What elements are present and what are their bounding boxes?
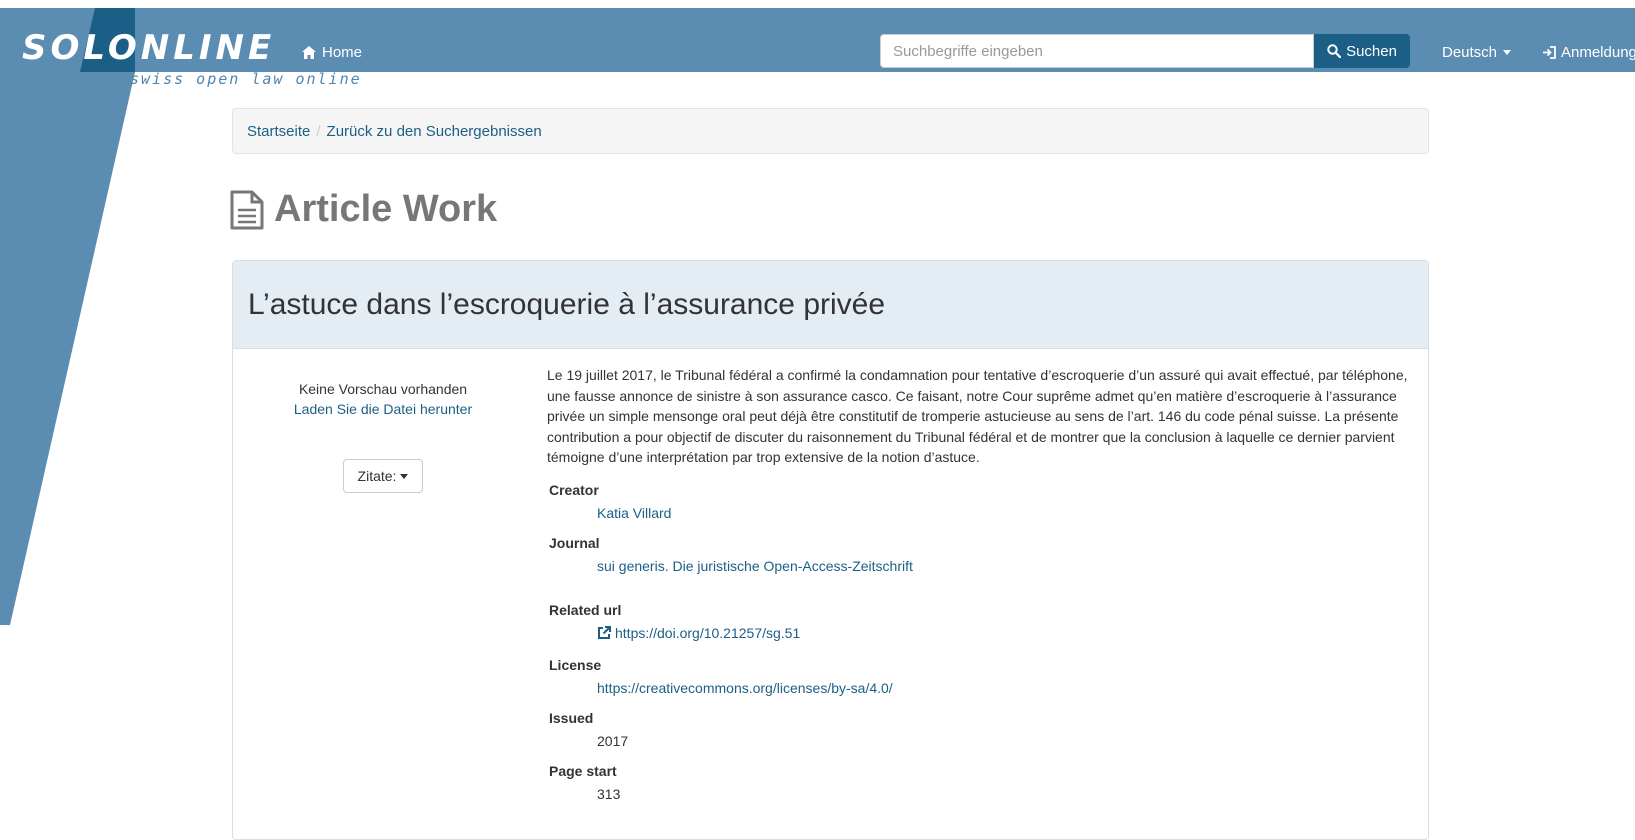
citation-button-label: Zitate: bbox=[357, 468, 397, 484]
search-button-label: Suchen bbox=[1346, 42, 1397, 60]
nav-home-label: Home bbox=[322, 44, 363, 61]
citation-dropdown-button[interactable]: Zitate: bbox=[343, 459, 423, 493]
language-label: Deutsch bbox=[1442, 44, 1498, 61]
breadcrumb-home-link[interactable]: Startseite bbox=[247, 123, 310, 140]
search-input[interactable] bbox=[880, 34, 1314, 68]
login-label: Anmeldung bbox=[1561, 44, 1635, 61]
breadcrumb-separator: / bbox=[316, 122, 321, 140]
license-link[interactable]: https://creativecommons.org/licenses/by-… bbox=[597, 680, 893, 696]
breadcrumb: Startseite / Zurück zu den Suchergebniss… bbox=[232, 108, 1429, 154]
article-title: L’astuce dans l’escroquerie à l’assuranc… bbox=[248, 287, 886, 321]
metadata-column: Le 19 juillet 2017, le Tribunal fédéral … bbox=[547, 365, 1409, 802]
article-abstract: Le 19 juillet 2017, le Tribunal fédéral … bbox=[547, 367, 1408, 465]
license-label: License bbox=[549, 656, 602, 673]
sign-in-icon bbox=[1543, 46, 1556, 59]
issued-value: 2017 bbox=[597, 732, 629, 749]
related-url-link[interactable]: https://doi.org/10.21257/sg.51 bbox=[597, 625, 800, 641]
search-icon bbox=[1327, 44, 1342, 58]
external-link-icon bbox=[598, 625, 611, 639]
nav-home-link[interactable]: Home bbox=[302, 44, 362, 61]
page-start-value: 313 bbox=[597, 785, 621, 802]
file-text-icon bbox=[230, 190, 264, 229]
license-value: https://creativecommons.org/licenses/by-… bbox=[597, 680, 1409, 696]
caret-down-icon bbox=[400, 473, 409, 479]
journal-label: Journal bbox=[549, 534, 600, 551]
home-icon bbox=[302, 46, 316, 59]
brand-tagline: swiss open law online bbox=[130, 70, 362, 88]
preview-column: Keine Vorschau vorhanden Laden Sie die D… bbox=[233, 349, 533, 493]
no-preview-text: Keine Vorschau vorhanden bbox=[298, 381, 468, 397]
login-link[interactable]: Anmeldung bbox=[1542, 44, 1635, 61]
caret-down-icon bbox=[1503, 50, 1512, 55]
related-url-value: https://doi.org/10.21257/sg.51 bbox=[597, 625, 1409, 643]
creator-label: Creator bbox=[549, 481, 599, 498]
page-title: Article Work bbox=[230, 188, 497, 231]
breadcrumb-back-to-results-link[interactable]: Zurück zu den Suchergebnissen bbox=[327, 123, 542, 140]
search-button[interactable]: Suchen bbox=[1314, 34, 1410, 68]
article-panel: L’astuce dans l’escroquerie à l’assuranc… bbox=[232, 260, 1429, 840]
creator-link[interactable]: Katia Villard bbox=[597, 505, 671, 521]
creator-value: Katia Villard bbox=[597, 505, 1409, 521]
related-url-label: Related url bbox=[549, 601, 622, 618]
related-url-text: https://doi.org/10.21257/sg.51 bbox=[615, 624, 801, 641]
page-start-label: Page start bbox=[549, 762, 617, 779]
top-navbar: SOLONLINE Home Suchen Deutsch Anmeldung bbox=[0, 8, 1635, 72]
page-title-text: Article Work bbox=[274, 188, 498, 230]
journal-value: sui generis. Die juristische Open-Access… bbox=[597, 558, 1409, 574]
issued-label: Issued bbox=[549, 709, 594, 726]
journal-link[interactable]: sui generis. Die juristische Open-Access… bbox=[597, 558, 913, 574]
article-heading: L’astuce dans l’escroquerie à l’assuranc… bbox=[233, 261, 1428, 349]
download-file-link[interactable]: Laden Sie die Datei herunter bbox=[233, 401, 533, 417]
brand-logo[interactable]: SOLONLINE bbox=[22, 28, 275, 68]
language-dropdown[interactable]: Deutsch bbox=[1442, 44, 1512, 61]
